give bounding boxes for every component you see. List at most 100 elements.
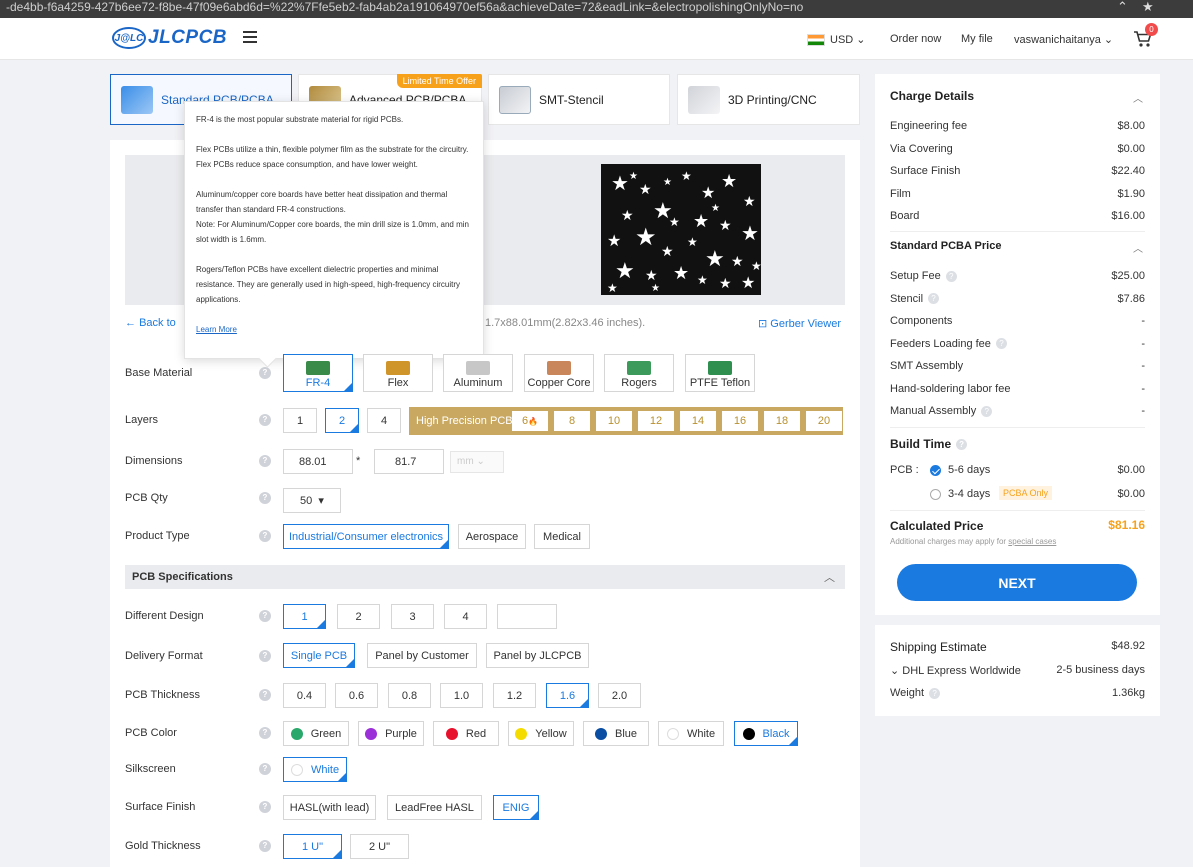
help-icon[interactable]: ? [928, 293, 940, 305]
pcb-specifications-header[interactable]: PCB Specifications ︿ [125, 565, 845, 589]
design-option[interactable]: 2 [337, 604, 380, 629]
hp-layer-option[interactable]: 20 [806, 411, 842, 431]
help-icon[interactable]: ? [259, 727, 271, 739]
gerber-viewer-link[interactable]: ⊡ Gerber Viewer [758, 317, 841, 330]
thickness-option[interactable]: 0.8 [388, 683, 431, 708]
help-icon[interactable]: ? [259, 455, 271, 467]
color-option[interactable]: White [658, 721, 724, 746]
help-icon[interactable]: ? [259, 763, 271, 775]
color-option[interactable]: Purple [358, 721, 424, 746]
hp-layer-option[interactable]: 6 🔥 [512, 411, 548, 431]
material-option[interactable]: Copper Core [524, 354, 594, 392]
hp-layer-option[interactable]: 8 [554, 411, 590, 431]
charge-item-value: - [1141, 315, 1145, 327]
dimension-x-input[interactable]: 88.01 [283, 449, 353, 474]
help-icon[interactable]: ? [981, 405, 993, 417]
surface-finish-option[interactable]: HASL(with lead) [283, 795, 376, 820]
help-icon[interactable]: ? [259, 840, 271, 852]
material-option[interactable]: Flex [363, 354, 433, 392]
unit-select[interactable]: mm ⌄ [450, 451, 504, 473]
learn-more-link[interactable]: Learn More [196, 325, 237, 334]
help-icon[interactable]: ? [259, 650, 271, 662]
hp-layer-option[interactable]: 18 [764, 411, 800, 431]
build-3-4-radio[interactable] [930, 489, 941, 500]
hp-layer-option[interactable]: 10 [596, 411, 632, 431]
design-option[interactable] [497, 604, 557, 629]
option-label: - [1141, 337, 1145, 350]
layer-option[interactable]: 1 [283, 408, 317, 433]
material-option[interactable]: FR-4 [283, 354, 353, 392]
help-icon[interactable]: ? [259, 801, 271, 813]
hamburger-menu-icon[interactable] [243, 31, 257, 43]
option-label: $7.86 [1117, 292, 1145, 305]
color-option[interactable]: Yellow [508, 721, 574, 746]
material-option[interactable]: Rogers [604, 354, 674, 392]
help-icon[interactable]: ? [259, 610, 271, 622]
product-type-option[interactable]: Aerospace [458, 524, 526, 549]
help-icon[interactable]: ? [259, 492, 271, 504]
product-type-option[interactable]: Medical [534, 524, 590, 549]
help-icon[interactable]: ? [259, 530, 271, 542]
layer-option[interactable]: 2 [325, 408, 359, 433]
help-icon[interactable]: ? [259, 414, 271, 426]
option-label: Panel by JLCPCB [493, 649, 582, 662]
material-option[interactable]: PTFE Teflon [685, 354, 755, 392]
color-option[interactable]: Red [433, 721, 499, 746]
help-icon[interactable]: ? [945, 270, 957, 282]
order-now-link[interactable]: Order now [890, 33, 941, 45]
browser-url-bar[interactable]: -de4bb-f6a4259-427b6ee72-f8be-47f09e6abd… [0, 0, 1193, 18]
hp-layer-option[interactable]: 14 [680, 411, 716, 431]
surface-finish-option[interactable]: LeadFree HASL [387, 795, 482, 820]
username: vaswanichaitanya [1014, 34, 1101, 46]
color-option[interactable]: Black [734, 721, 798, 746]
bookmark-star-icon[interactable]: ★ [1142, 0, 1154, 14]
gold-thickness-option[interactable]: 1 U" [283, 834, 342, 859]
user-menu[interactable]: vaswanichaitanya ⌄ [1014, 33, 1113, 46]
share-icon[interactable]: ⌃ [1117, 0, 1128, 14]
color-option[interactable]: Blue [583, 721, 649, 746]
pcb-qty-select[interactable]: 50 ▾ [283, 488, 341, 513]
help-icon[interactable]: ? [259, 367, 271, 379]
delivery-option[interactable]: Panel by Customer [367, 643, 477, 668]
silkscreen-white-option[interactable]: White [283, 757, 347, 782]
weight-label: Weight [890, 687, 925, 699]
option-label: Black [762, 727, 790, 740]
gold-thickness-option[interactable]: 2 U" [350, 834, 409, 859]
shipping-method-select[interactable]: ⌄ DHL Express Worldwide [890, 664, 1021, 677]
thickness-option[interactable]: 0.4 [283, 683, 326, 708]
tab-smt-stencil[interactable]: SMT-Stencil [488, 74, 670, 125]
chevron-up-icon[interactable]: ︿ [1133, 90, 1143, 105]
design-option[interactable]: 4 [444, 604, 487, 629]
help-icon[interactable]: ? [995, 338, 1007, 350]
thickness-option[interactable]: 2.0 [598, 683, 641, 708]
thickness-option[interactable]: 0.6 [335, 683, 378, 708]
layer-option[interactable]: 4 [367, 408, 401, 433]
thickness-option[interactable]: 1.6 [546, 683, 589, 708]
product-type-option[interactable]: Industrial/Consumer electronics [283, 524, 449, 549]
my-file-link[interactable]: My file [961, 33, 993, 45]
build-5-6-radio[interactable] [930, 465, 941, 476]
charge-item-label: Setup Fee? [890, 270, 957, 282]
tab-3d-printing[interactable]: 3D Printing/CNC [677, 74, 860, 125]
hp-layer-option[interactable]: 12 [638, 411, 674, 431]
special-cases-link[interactable]: special cases [1008, 537, 1056, 546]
chevron-up-icon[interactable]: ︿ [1133, 240, 1143, 255]
back-link[interactable]: ← Back to [125, 317, 176, 329]
next-button[interactable]: NEXT [897, 564, 1137, 601]
surface-finish-option[interactable]: ENIG [493, 795, 539, 820]
help-icon[interactable]: ? [929, 687, 941, 699]
delivery-option[interactable]: Panel by JLCPCB [486, 643, 589, 668]
thickness-option[interactable]: 1.2 [493, 683, 536, 708]
thickness-option[interactable]: 1.0 [440, 683, 483, 708]
material-option[interactable]: Aluminum [443, 354, 513, 392]
color-option[interactable]: Green [283, 721, 349, 746]
delivery-option[interactable]: Single PCB [283, 643, 355, 668]
dimension-y-input[interactable]: 81.7 [374, 449, 444, 474]
design-option[interactable]: 3 [391, 604, 434, 629]
help-icon[interactable]: ? [956, 439, 968, 451]
currency-select[interactable]: USD ⌄ [830, 33, 866, 46]
hp-layer-option[interactable]: 16 [722, 411, 758, 431]
design-option[interactable]: 1 [283, 604, 326, 629]
help-icon[interactable]: ? [259, 689, 271, 701]
jlcpcb-logo[interactable]: J@LC JLCPCB [112, 26, 227, 50]
